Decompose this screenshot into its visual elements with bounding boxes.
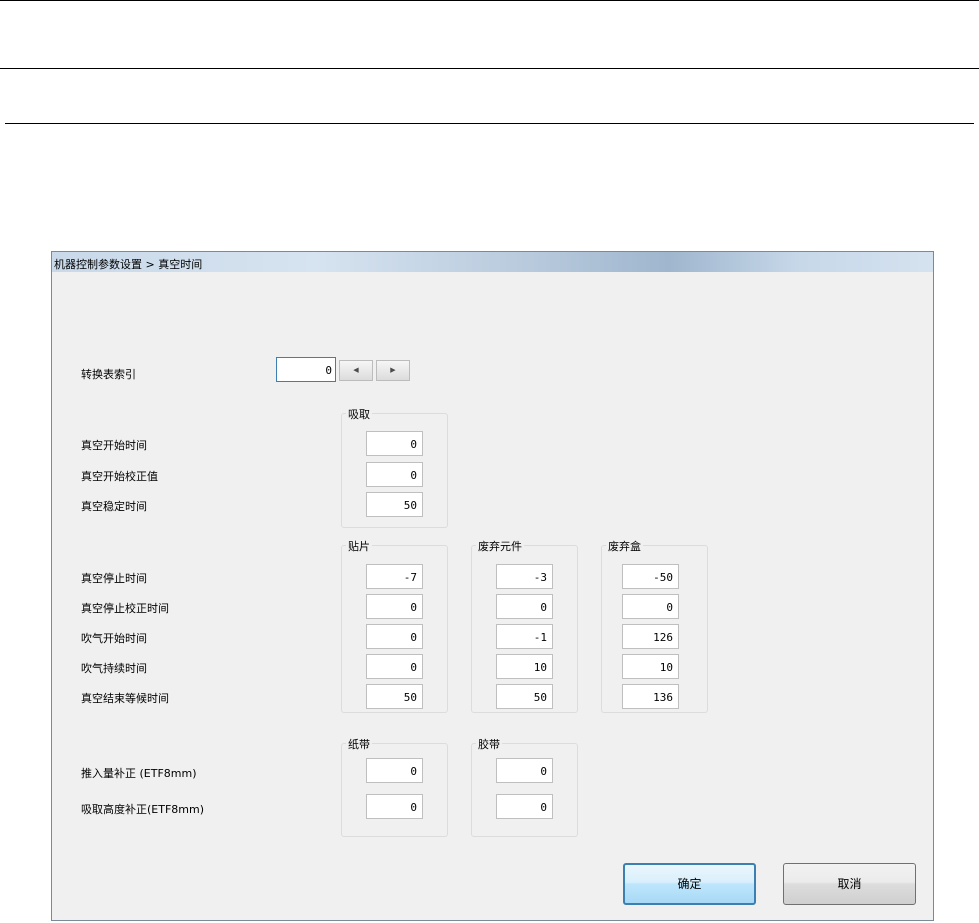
vacuum-stable-time-input[interactable]: 50 [366, 492, 423, 517]
vacuum-start-correction-label: 真空开始校正值 [81, 470, 158, 483]
cancel-button[interactable]: 取消 [783, 863, 916, 905]
mount-blow-start-input[interactable]: 0 [366, 624, 423, 649]
blow-duration-label: 吹气持续时间 [81, 662, 147, 675]
mount-stop-time-input[interactable]: -7 [366, 564, 423, 589]
pickup-group-title: 吸取 [346, 406, 372, 422]
discard-part-group-title: 废弃元件 [476, 538, 524, 554]
vacuum-end-wait-label: 真空结束等候时间 [81, 692, 169, 705]
plastic-pickup-height-input[interactable]: 0 [496, 794, 553, 819]
mount-stop-correction-input[interactable]: 0 [366, 594, 423, 619]
discard-box-group-title: 废弃盒 [606, 538, 643, 554]
divider-line [0, 68, 979, 69]
vacuum-stop-time-label: 真空停止时间 [81, 572, 147, 585]
discard-box-end-wait-input[interactable]: 136 [622, 684, 679, 709]
discard-part-blow-duration-input[interactable]: 10 [496, 654, 553, 679]
discard-box-blow-start-input[interactable]: 126 [622, 624, 679, 649]
divider-line [0, 0, 979, 1]
vacuum-start-time-label: 真空开始时间 [81, 439, 147, 452]
discard-part-stop-correction-input[interactable]: 0 [496, 594, 553, 619]
arrow-right-icon: ▶ [390, 366, 396, 374]
vacuum-time-dialog: 机器控制参数设置 > 真空时间 转换表索引 0 ◀ ▶ 吸取 真空开始时间 真空… [51, 251, 934, 921]
vacuum-start-correction-input[interactable]: 0 [366, 462, 423, 487]
ok-button[interactable]: 确定 [623, 863, 756, 905]
mount-blow-duration-input[interactable]: 0 [366, 654, 423, 679]
vacuum-stable-time-label: 真空稳定时间 [81, 500, 147, 513]
discard-box-blow-duration-input[interactable]: 10 [622, 654, 679, 679]
push-amount-correction-label: 推入量补正 (ETF8mm) [81, 767, 197, 780]
spin-right-button[interactable]: ▶ [376, 360, 410, 381]
arrow-left-icon: ◀ [353, 366, 359, 374]
pickup-height-correction-label: 吸取高度补正(ETF8mm) [81, 803, 205, 816]
paper-tape-group-title: 纸带 [346, 736, 372, 752]
dialog-titlebar[interactable]: 机器控制参数设置 > 真空时间 [52, 252, 933, 272]
index-label: 转换表索引 [81, 368, 136, 381]
mount-group-title: 贴片 [346, 538, 372, 554]
discard-box-stop-correction-input[interactable]: 0 [622, 594, 679, 619]
vacuum-start-time-input[interactable]: 0 [366, 431, 423, 456]
blow-start-time-label: 吹气开始时间 [81, 632, 147, 645]
paper-pickup-height-input[interactable]: 0 [366, 794, 423, 819]
spin-left-button[interactable]: ◀ [339, 360, 373, 381]
dialog-title: 机器控制参数设置 > 真空时间 [54, 258, 203, 271]
plastic-tape-group-title: 胶带 [476, 736, 502, 752]
vacuum-stop-correction-label: 真空停止校正时间 [81, 602, 169, 615]
dialog-body: 转换表索引 0 ◀ ▶ 吸取 真空开始时间 真空开始校正值 真空稳定时间 0 0… [52, 272, 933, 920]
divider-line [5, 123, 974, 124]
paper-push-amount-input[interactable]: 0 [366, 758, 423, 783]
mount-end-wait-input[interactable]: 50 [366, 684, 423, 709]
discard-part-stop-time-input[interactable]: -3 [496, 564, 553, 589]
discard-part-blow-start-input[interactable]: -1 [496, 624, 553, 649]
discard-box-stop-time-input[interactable]: -50 [622, 564, 679, 589]
plastic-push-amount-input[interactable]: 0 [496, 758, 553, 783]
index-input[interactable]: 0 [276, 357, 336, 382]
discard-part-end-wait-input[interactable]: 50 [496, 684, 553, 709]
